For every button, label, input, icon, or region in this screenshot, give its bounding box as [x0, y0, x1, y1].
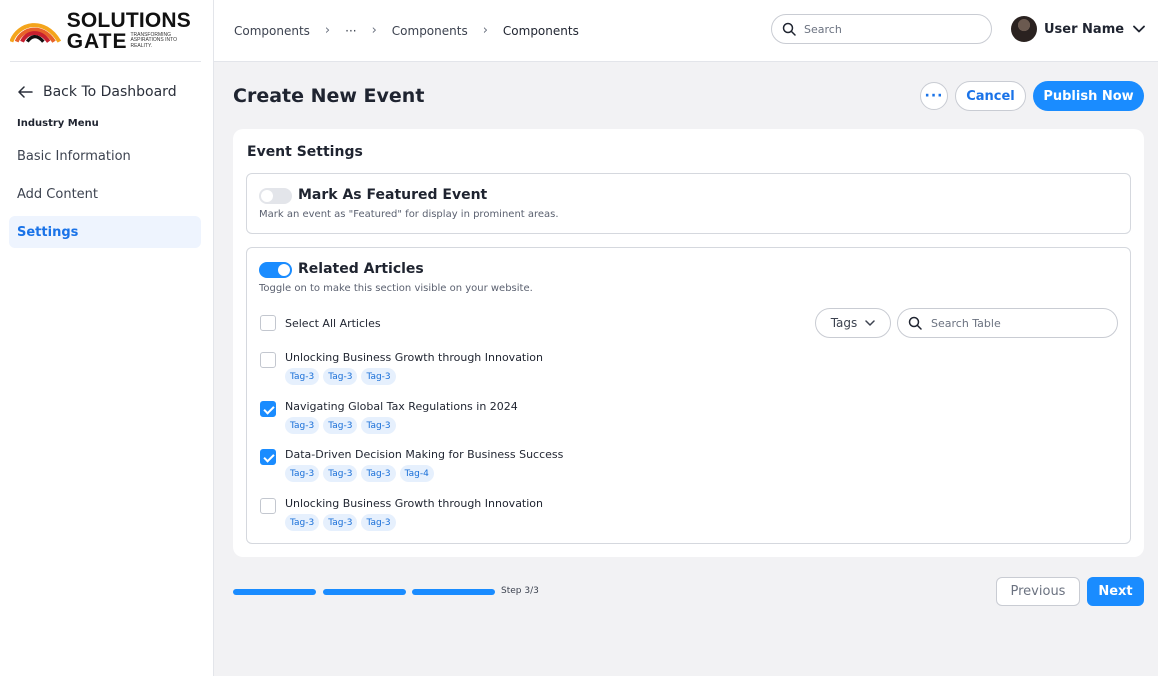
menu-title: Industry Menu: [17, 118, 99, 129]
featured-event-panel: Mark As Featured Event Mark an event as …: [246, 173, 1131, 234]
tag-badge: Tag-3: [361, 417, 396, 434]
tag-badge: Tag-3: [361, 514, 396, 531]
related-articles-panel: Related Articles Toggle on to make this …: [246, 247, 1131, 544]
brand-tagline: TRANSFORMING ASPIRATIONS INTO REALITY.: [130, 31, 177, 49]
tag-badge: Tag-3: [285, 417, 320, 434]
tag-badge: Tag-3: [323, 465, 358, 482]
step-progress-segment-1: [233, 589, 316, 595]
search-placeholder: Search: [804, 22, 842, 36]
tag-badge: Tag-3: [285, 514, 320, 531]
step-progress-segment-3: [412, 589, 495, 595]
featured-toggle[interactable]: [259, 188, 292, 204]
breadcrumb-ellipsis[interactable]: ···: [345, 24, 356, 38]
breadcrumb-current: Components: [502, 23, 579, 38]
search-table-input[interactable]: Search Table: [897, 308, 1118, 338]
related-articles-toggle[interactable]: [259, 262, 292, 278]
select-all-label: Select All Articles: [285, 317, 381, 330]
tag-badge: Tag-3: [323, 514, 358, 531]
next-button[interactable]: Next: [1087, 577, 1144, 606]
search-icon: [782, 22, 796, 36]
tags-filter-dropdown[interactable]: Tags: [815, 308, 891, 338]
tag-badge: Tag-4: [399, 465, 434, 482]
arrow-left-icon: [18, 83, 33, 102]
article-tags: Tag-3 Tag-3 Tag-3: [285, 368, 400, 385]
article-checkbox[interactable]: [260, 352, 276, 368]
article-title: Data-Driven Decision Making for Business…: [285, 448, 564, 461]
more-options-button[interactable]: ···: [920, 82, 948, 110]
sidebar-item-basic-information[interactable]: Basic Information: [9, 140, 201, 172]
sidebar-item-settings[interactable]: Settings: [9, 216, 201, 248]
sidebar-item-label: Settings: [17, 224, 79, 240]
tag-badge: Tag-3: [323, 368, 358, 385]
brand-name: SOLUTIONS: [66, 8, 191, 32]
chevron-right-icon: ›: [324, 23, 331, 38]
chevron-right-icon: ›: [482, 23, 488, 38]
sidebar: SOLUTIONS GATE TRANSFORMING ASPIRATIONS …: [0, 0, 214, 676]
search-table-placeholder: Search Table: [931, 316, 1001, 330]
article-title: Unlocking Business Growth through Innova…: [285, 351, 544, 364]
article-checkbox[interactable]: [260, 498, 276, 514]
chevron-right-icon: ›: [371, 23, 377, 38]
featured-heading: Mark As Featured Event: [298, 187, 488, 203]
tag-badge: Tag-3: [285, 465, 320, 482]
step-progress-segment-2: [323, 589, 406, 595]
publish-now-button[interactable]: Publish Now: [1033, 81, 1144, 111]
brand-logo[interactable]: SOLUTIONS GATE TRANSFORMING ASPIRATIONS …: [10, 0, 201, 62]
chevron-down-icon: [865, 320, 876, 326]
cancel-button[interactable]: Cancel: [955, 81, 1026, 111]
section-title: Event Settings: [247, 144, 363, 160]
tag-badge: Tag-3: [323, 417, 358, 434]
sidebar-item-add-content[interactable]: Add Content: [9, 178, 201, 210]
article-title: Unlocking Business Growth through Innova…: [285, 497, 544, 510]
back-to-dashboard-link[interactable]: Back To Dashboard: [0, 62, 213, 108]
search-input[interactable]: Search: [771, 14, 992, 44]
breadcrumb-item[interactable]: Components: [234, 24, 310, 38]
user-menu[interactable]: User Name: [1011, 16, 1145, 42]
breadcrumb-item[interactable]: Components: [392, 24, 468, 38]
related-heading: Related Articles: [298, 261, 424, 277]
user-name: User Name: [1044, 21, 1125, 37]
avatar: [1011, 16, 1037, 42]
related-description: Toggle on to make this section visible o…: [259, 283, 533, 294]
article-title: Navigating Global Tax Regulations in 202…: [285, 400, 518, 413]
page-title: Create New Event: [233, 85, 425, 107]
article-tags: Tag-3 Tag-3 Tag-3 Tag-4: [285, 465, 438, 482]
select-all-checkbox[interactable]: [260, 315, 276, 331]
article-checkbox[interactable]: [260, 449, 276, 465]
article-tags: Tag-3 Tag-3 Tag-3: [285, 514, 400, 531]
previous-button[interactable]: Previous: [996, 577, 1080, 606]
article-tags: Tag-3 Tag-3 Tag-3: [285, 417, 400, 434]
sidebar-item-label: Basic Information: [17, 148, 131, 164]
chevron-down-icon: [1133, 25, 1145, 33]
tag-badge: Tag-3: [361, 368, 396, 385]
event-settings-card: Event Settings Mark As Featured Event Ma…: [233, 129, 1144, 557]
logo-arch-icon: [10, 22, 61, 43]
tags-filter-label: Tags: [830, 316, 858, 330]
top-bar: Components › ··· › Components › Componen…: [214, 0, 1158, 62]
brand-name-line2: GATE: [66, 29, 128, 53]
article-checkbox[interactable]: [260, 401, 276, 417]
step-indicator: Step 3/3: [501, 586, 539, 596]
sidebar-item-label: Add Content: [17, 186, 99, 202]
back-label: Back To Dashboard: [43, 84, 177, 100]
breadcrumb: Components › ··· › Components › Componen…: [214, 23, 579, 38]
featured-description: Mark an event as "Featured" for display …: [259, 209, 559, 220]
tag-badge: Tag-3: [361, 465, 396, 482]
search-icon: [908, 316, 922, 330]
tag-badge: Tag-3: [285, 368, 320, 385]
